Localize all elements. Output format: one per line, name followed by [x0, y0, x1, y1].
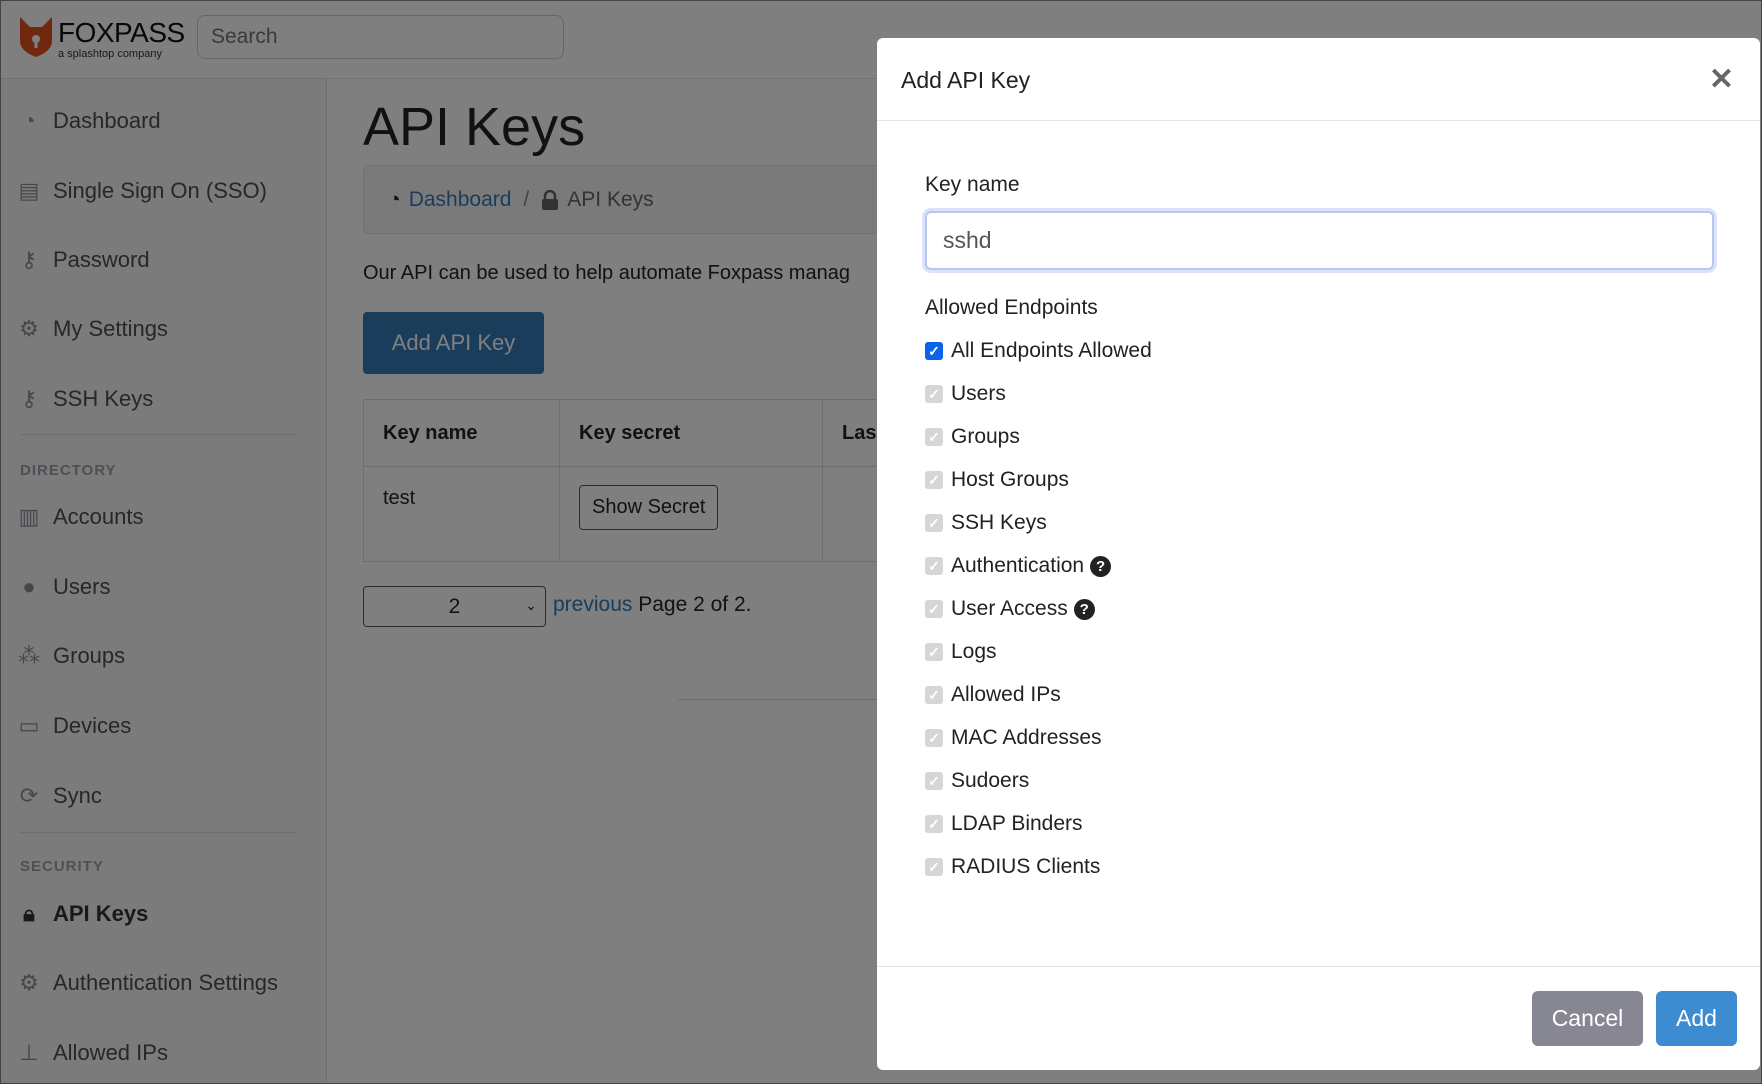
endpoint-checkbox-row: ✓ Users [925, 381, 1006, 407]
endpoint-label: Users [951, 382, 1006, 405]
endpoint-checkbox: ✓ [925, 643, 943, 661]
endpoint-label: SSH Keys [951, 511, 1047, 534]
endpoint-checkbox-row: ✓ SSH Keys [925, 510, 1047, 536]
endpoint-checkbox: ✓ [925, 815, 943, 833]
endpoint-checkbox-row: ✓ Groups [925, 424, 1020, 450]
endpoint-checkbox: ✓ [925, 557, 943, 575]
key-name-label: Key name [925, 173, 1020, 196]
help-icon[interactable]: ? [1073, 598, 1095, 620]
endpoint-label: Host Groups [951, 468, 1069, 491]
endpoint-checkbox: ✓ [925, 514, 943, 532]
endpoint-label: User Access [951, 597, 1068, 620]
add-api-key-modal: Add API Key ✕ Key name Allowed Endpoints… [877, 38, 1760, 1070]
endpoint-label: Authentication [951, 554, 1085, 577]
endpoint-label: LDAP Binders [951, 812, 1083, 835]
cancel-button[interactable]: Cancel [1532, 991, 1643, 1046]
modal-header: Add API Key ✕ [877, 38, 1760, 121]
endpoint-checkbox-row: ✓ Authentication? [925, 553, 1112, 579]
endpoint-checkbox: ✓ [925, 772, 943, 790]
endpoint-checkbox: ✓ [925, 428, 943, 446]
endpoint-checkbox: ✓ [925, 729, 943, 747]
endpoint-label: Sudoers [951, 769, 1030, 792]
endpoint-checkbox: ✓ [925, 471, 943, 489]
help-icon[interactable]: ? [1090, 555, 1112, 577]
modal-footer-divider [877, 966, 1760, 967]
add-button[interactable]: Add [1656, 991, 1737, 1046]
endpoint-checkbox-row: ✓ LDAP Binders [925, 811, 1083, 837]
endpoint-checkbox-row: ✓ MAC Addresses [925, 725, 1102, 751]
endpoint-checkbox-row: ✓ All Endpoints Allowed [925, 338, 1152, 364]
endpoint-label: Allowed IPs [951, 683, 1061, 706]
endpoint-checkbox-row: ✓ RADIUS Clients [925, 854, 1100, 880]
endpoint-checkbox[interactable]: ✓ [925, 342, 943, 360]
key-name-input[interactable] [925, 211, 1714, 270]
endpoint-checkbox: ✓ [925, 686, 943, 704]
endpoint-label: RADIUS Clients [951, 855, 1101, 878]
endpoint-checkbox: ✓ [925, 858, 943, 876]
endpoint-label: Logs [951, 640, 997, 663]
endpoint-checkbox: ✓ [925, 385, 943, 403]
endpoint-checkbox-row: ✓ Logs [925, 639, 997, 665]
endpoint-checkbox-row: ✓ Sudoers [925, 768, 1029, 794]
close-icon[interactable]: ✕ [1709, 65, 1734, 95]
modal-title: Add API Key [901, 67, 1031, 93]
endpoint-checkbox-row: ✓ Allowed IPs [925, 682, 1061, 708]
endpoint-checkbox-row: ✓ Host Groups [925, 467, 1069, 493]
endpoint-checkbox: ✓ [925, 600, 943, 618]
endpoint-label: All Endpoints Allowed [951, 339, 1152, 362]
endpoint-label: Groups [951, 425, 1020, 448]
endpoint-label: MAC Addresses [951, 726, 1102, 749]
endpoint-checkbox-row: ✓ User Access? [925, 596, 1095, 622]
allowed-endpoints-label: Allowed Endpoints [925, 296, 1098, 319]
